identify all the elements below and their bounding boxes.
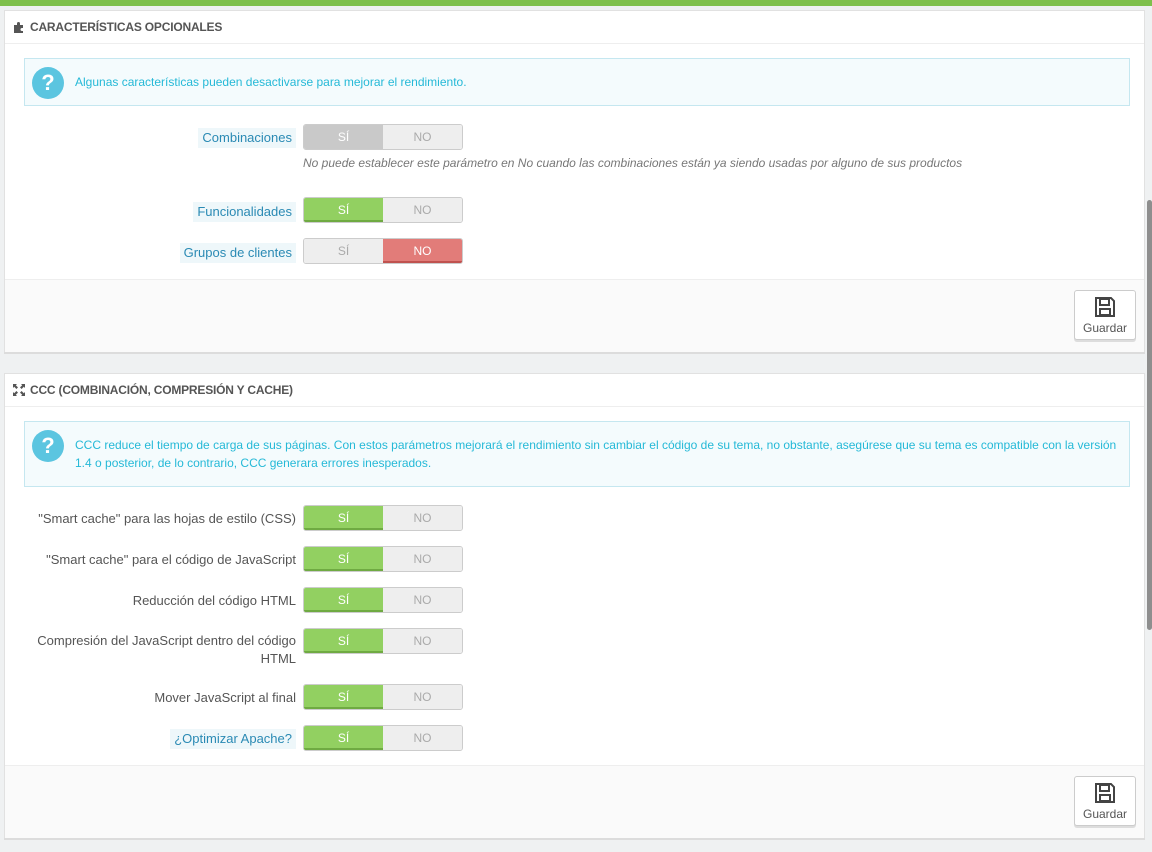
switch-no-option[interactable]: NO	[383, 125, 462, 149]
css-cache-switch[interactable]: SÍ NO	[303, 505, 463, 531]
save-button[interactable]: Guardar	[1074, 776, 1136, 826]
save-label: Guardar	[1082, 320, 1128, 335]
switch-no-option[interactable]: NO	[383, 506, 462, 530]
panel-title: CCC (COMBINACIÓN, COMPRESIÓN Y CACHE)	[30, 383, 293, 397]
optional-features-panel: CARACTERÍSTICAS OPCIONALES ? Algunas car…	[4, 10, 1145, 352]
switch-yes-option[interactable]: SÍ	[304, 547, 383, 571]
panel-heading: CARACTERÍSTICAS OPCIONALES	[5, 11, 1144, 44]
info-alert: ? CCC reduce el tiempo de carga de sus p…	[24, 421, 1130, 487]
puzzle-icon	[13, 20, 27, 34]
save-label: Guardar	[1082, 806, 1128, 821]
info-alert: ? Algunas características pueden desacti…	[24, 58, 1130, 106]
switch-no-option[interactable]: NO	[383, 685, 462, 709]
switch-yes-option[interactable]: SÍ	[304, 198, 383, 222]
help-note: No puede establecer este parámetro en No…	[303, 156, 963, 170]
setting-row-html-minify: Reducción del código HTML SÍ NO	[5, 586, 1146, 614]
switch-yes-option[interactable]: SÍ	[304, 685, 383, 709]
switch-yes-option[interactable]: SÍ	[304, 726, 383, 750]
setting-row-funcionalidades: Funcionalidades SÍ NO	[5, 196, 1146, 224]
top-accent-bar	[0, 0, 1152, 6]
switch-no-option[interactable]: NO	[383, 198, 462, 222]
setting-label[interactable]: ¿Optimizar Apache?	[170, 729, 296, 749]
switch-yes-option[interactable]: SÍ	[304, 629, 383, 653]
setting-label: "Smart cache" para el código de JavaScri…	[46, 552, 296, 567]
setting-row-apache: ¿Optimizar Apache? SÍ NO	[5, 724, 1146, 752]
panel-heading: CCC (COMBINACIÓN, COMPRESIÓN Y CACHE)	[5, 374, 1144, 407]
save-icon	[1095, 782, 1115, 803]
setting-label: Reducción del código HTML	[132, 593, 296, 608]
question-icon: ?	[32, 67, 64, 99]
setting-row-css-cache: "Smart cache" para las hojas de estilo (…	[5, 504, 1146, 532]
setting-row-js-cache: "Smart cache" para el código de JavaScri…	[5, 545, 1146, 573]
switch-no-option[interactable]: NO	[383, 588, 462, 612]
setting-row-grupos: Grupos de clientes SÍ NO	[5, 237, 1146, 265]
setting-label: Mover JavaScript al final	[154, 690, 296, 705]
js-cache-switch[interactable]: SÍ NO	[303, 546, 463, 572]
switch-yes-option[interactable]: SÍ	[304, 239, 383, 263]
apache-switch[interactable]: SÍ NO	[303, 725, 463, 751]
alert-text: Algunas características pueden desactiva…	[75, 75, 467, 89]
inline-js-switch[interactable]: SÍ NO	[303, 628, 463, 654]
setting-label[interactable]: Funcionalidades	[193, 202, 296, 222]
switch-yes-option[interactable]: SÍ	[304, 125, 383, 149]
js-bottom-switch[interactable]: SÍ NO	[303, 684, 463, 710]
features-switch[interactable]: SÍ NO	[303, 197, 463, 223]
setting-label[interactable]: Combinaciones	[198, 128, 296, 148]
panel-footer: Guardar	[5, 279, 1144, 352]
switch-no-option[interactable]: NO	[383, 239, 462, 263]
question-icon: ?	[32, 430, 64, 462]
switch-yes-option[interactable]: SÍ	[304, 588, 383, 612]
switch-no-option[interactable]: NO	[383, 726, 462, 750]
setting-row-inline-js: Compresión del JavaScript dentro del cód…	[5, 627, 1146, 671]
switch-no-option[interactable]: NO	[383, 629, 462, 653]
panel-title: CARACTERÍSTICAS OPCIONALES	[30, 20, 223, 34]
setting-label: "Smart cache" para las hojas de estilo (…	[38, 511, 296, 526]
switch-yes-option[interactable]: SÍ	[304, 506, 383, 530]
combinations-switch[interactable]: SÍ NO	[303, 124, 463, 150]
scrollbar[interactable]	[1147, 200, 1152, 630]
switch-no-option[interactable]: NO	[383, 547, 462, 571]
setting-label: Compresión del JavaScript dentro del cód…	[37, 633, 296, 666]
save-icon	[1095, 296, 1115, 317]
setting-label[interactable]: Grupos de clientes	[179, 243, 296, 263]
customer-groups-switch[interactable]: SÍ NO	[303, 238, 463, 264]
html-minify-switch[interactable]: SÍ NO	[303, 587, 463, 613]
setting-row-js-bottom: Mover JavaScript al final SÍ NO	[5, 683, 1146, 711]
setting-row-combinaciones: Combinaciones SÍ NO No puede establecer …	[5, 123, 1146, 179]
save-button[interactable]: Guardar	[1074, 290, 1136, 340]
fullscreen-icon	[13, 383, 27, 397]
alert-text: CCC reduce el tiempo de carga de sus pág…	[75, 438, 1117, 470]
ccc-panel: CCC (COMBINACIÓN, COMPRESIÓN Y CACHE) ? …	[4, 373, 1145, 838]
panel-footer: Guardar	[5, 765, 1144, 838]
